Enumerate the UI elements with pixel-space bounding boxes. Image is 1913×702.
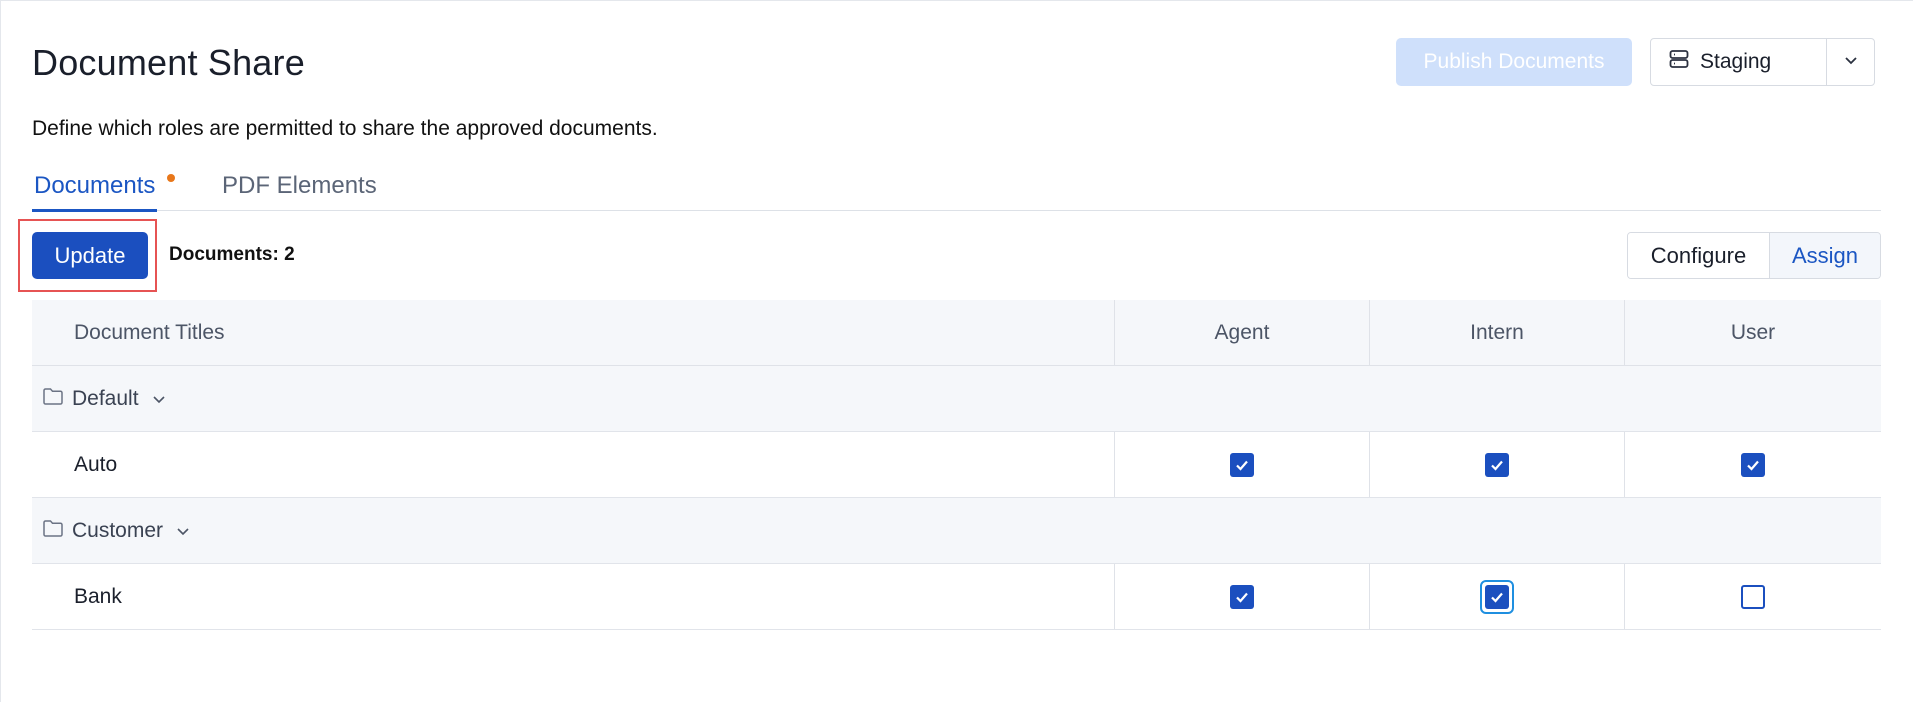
publish-documents-button[interactable]: Publish Documents: [1396, 38, 1632, 86]
assign-toggle-button[interactable]: Assign: [1770, 233, 1880, 278]
folder-icon: [42, 386, 64, 412]
view-toggle: Configure Assign: [1627, 232, 1881, 279]
environment-select[interactable]: Staging: [1650, 38, 1875, 86]
configure-toggle-button[interactable]: Configure: [1628, 233, 1770, 278]
document-title: Bank: [74, 584, 122, 608]
environment-dropdown-toggle[interactable]: [1826, 39, 1874, 85]
chevron-down-icon: [1843, 52, 1859, 73]
check-icon: [1491, 592, 1503, 603]
agent-permission-checkbox[interactable]: [1230, 584, 1254, 609]
environment-label: Staging: [1700, 50, 1772, 73]
document-permissions-table: Document Titles Agent Intern User Defaul…: [32, 300, 1881, 630]
column-header-intern: Intern: [1369, 300, 1624, 365]
check-icon: [1747, 460, 1759, 471]
check-icon: [1236, 592, 1248, 603]
checkbox-focus-ring: [1480, 579, 1514, 614]
folder-icon: [42, 518, 64, 544]
column-header-agent: Agent: [1114, 300, 1369, 365]
intern-permission-checkbox[interactable]: [1485, 584, 1509, 609]
chevron-down-icon: [151, 391, 167, 407]
group-toggle[interactable]: Default: [32, 366, 1881, 431]
tab-documents[interactable]: Documents: [31, 172, 158, 212]
user-permission-checkbox[interactable]: [1741, 452, 1765, 477]
page-title: Document Share: [32, 42, 305, 83]
group-toggle[interactable]: Customer: [32, 498, 1881, 563]
intern-permission-checkbox[interactable]: [1485, 452, 1509, 477]
documents-count-label: Documents:: [169, 244, 279, 265]
group-row-default[interactable]: Default: [32, 366, 1881, 432]
environment-select-value[interactable]: Staging: [1651, 39, 1826, 85]
documents-count-value: 2: [284, 244, 295, 265]
agent-permission-checkbox[interactable]: [1230, 452, 1254, 477]
group-name: Customer: [72, 518, 164, 542]
table-row: Auto: [32, 432, 1881, 498]
table-header: Document Titles Agent Intern User: [32, 300, 1881, 366]
table-row: Bank: [32, 564, 1881, 630]
tab-unsaved-indicator: [167, 174, 175, 182]
check-icon: [1491, 460, 1503, 471]
update-button[interactable]: Update: [32, 232, 148, 279]
document-title: Auto: [74, 452, 118, 476]
page-description: Define which roles are permitted to shar…: [32, 117, 658, 140]
tab-bar: Documents PDF Elements: [31, 168, 1881, 212]
column-header-document-titles: Document Titles: [74, 320, 225, 344]
group-row-customer[interactable]: Customer: [32, 498, 1881, 564]
check-icon: [1236, 460, 1248, 471]
server-icon: [1668, 48, 1690, 76]
documents-count: Documents: 2: [169, 244, 295, 266]
tab-pdf-elements[interactable]: PDF Elements: [222, 172, 377, 200]
user-permission-checkbox[interactable]: [1741, 584, 1765, 609]
chevron-down-icon: [175, 523, 191, 539]
group-name: Default: [72, 386, 139, 410]
column-header-user: User: [1624, 300, 1881, 365]
